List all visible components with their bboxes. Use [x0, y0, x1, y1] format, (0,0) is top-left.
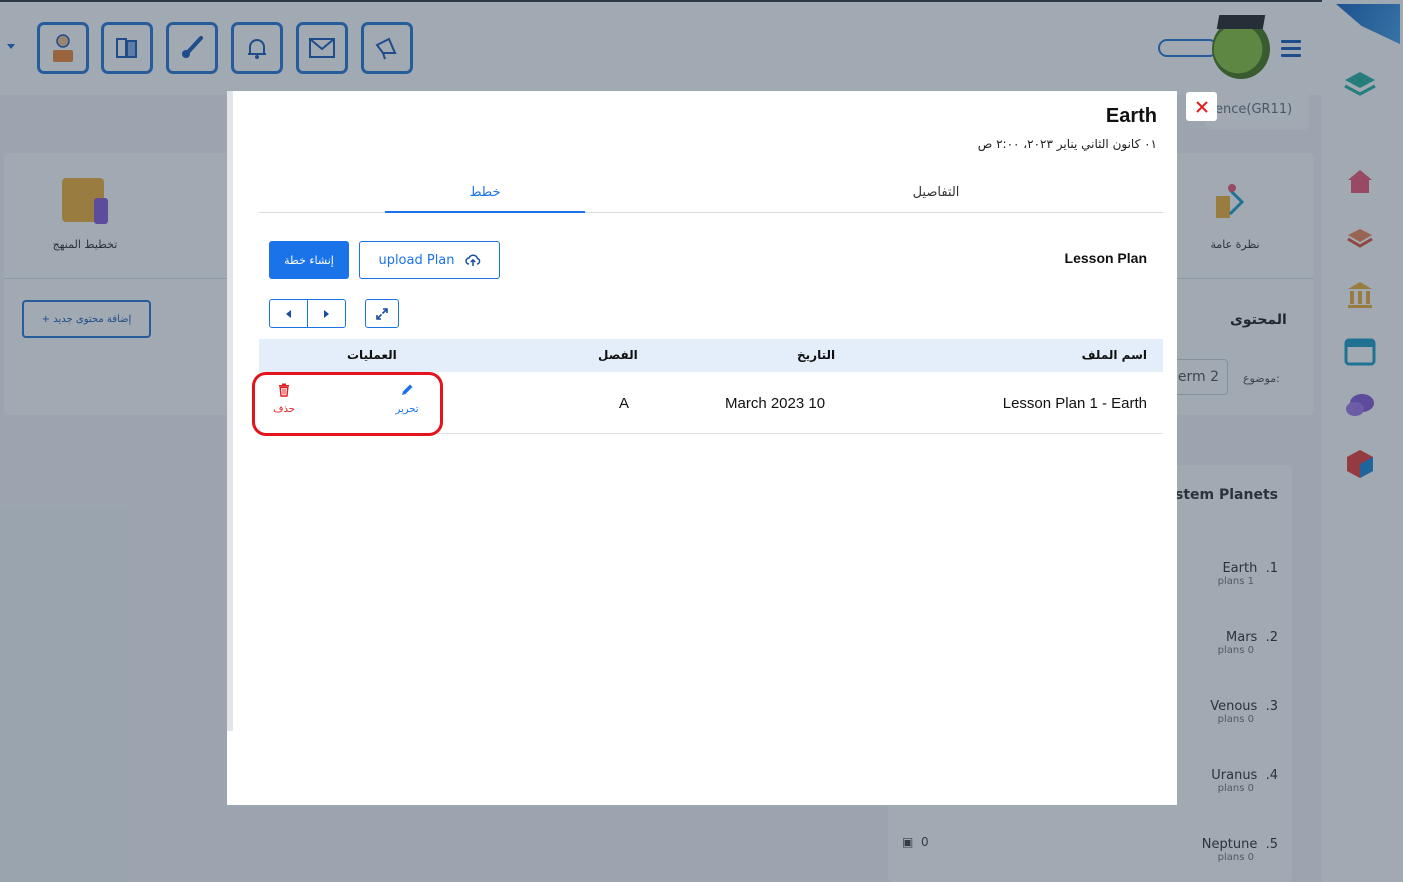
next-page-button[interactable]: [307, 300, 345, 327]
header-operations: العمليات: [347, 348, 397, 362]
cell-file-name[interactable]: Lesson Plan 1 - Earth: [1003, 395, 1147, 412]
section-label: Lesson Plan: [1064, 250, 1147, 266]
prev-page-button[interactable]: [270, 300, 307, 327]
cloud-upload-icon: [464, 254, 480, 266]
tab-details[interactable]: التفاصيل: [836, 185, 1036, 213]
caret-left-icon: [286, 309, 291, 318]
cell-class: A: [619, 395, 630, 412]
upload-plan-label: upload Plan: [378, 252, 455, 268]
operations-highlight: [252, 372, 443, 436]
plan-modal: Earth ٠١ كانون الثاني يناير ٢٠٢٣، ٢:٠٠ ص…: [227, 91, 1177, 805]
modal-tabs: خطط التفاصيل: [259, 181, 1163, 213]
modal-edge: [227, 731, 233, 805]
header-file-name: اسم الملف: [1081, 348, 1147, 362]
expand-button[interactable]: [365, 299, 399, 328]
header-class: الفصل: [598, 348, 638, 362]
expand-icon: [376, 307, 388, 320]
close-button[interactable]: [1186, 92, 1217, 121]
tab-plans[interactable]: خطط: [385, 185, 585, 213]
table-header: اسم الملف التاريخ الفصل العمليات: [259, 339, 1163, 372]
modal-date: ٠١ كانون الثاني يناير ٢٠٢٣، ٢:٠٠ ص: [977, 137, 1157, 151]
upload-plan-button[interactable]: upload Plan: [359, 241, 500, 279]
create-plan-button[interactable]: إنشاء خطة: [269, 241, 349, 279]
header-date: التاريخ: [797, 348, 836, 362]
modal-title: Earth: [1105, 105, 1157, 127]
pager: [269, 299, 346, 328]
cell-date: March 2023 10: [725, 395, 826, 412]
close-icon: [1195, 100, 1208, 113]
caret-right-icon: [324, 309, 329, 318]
